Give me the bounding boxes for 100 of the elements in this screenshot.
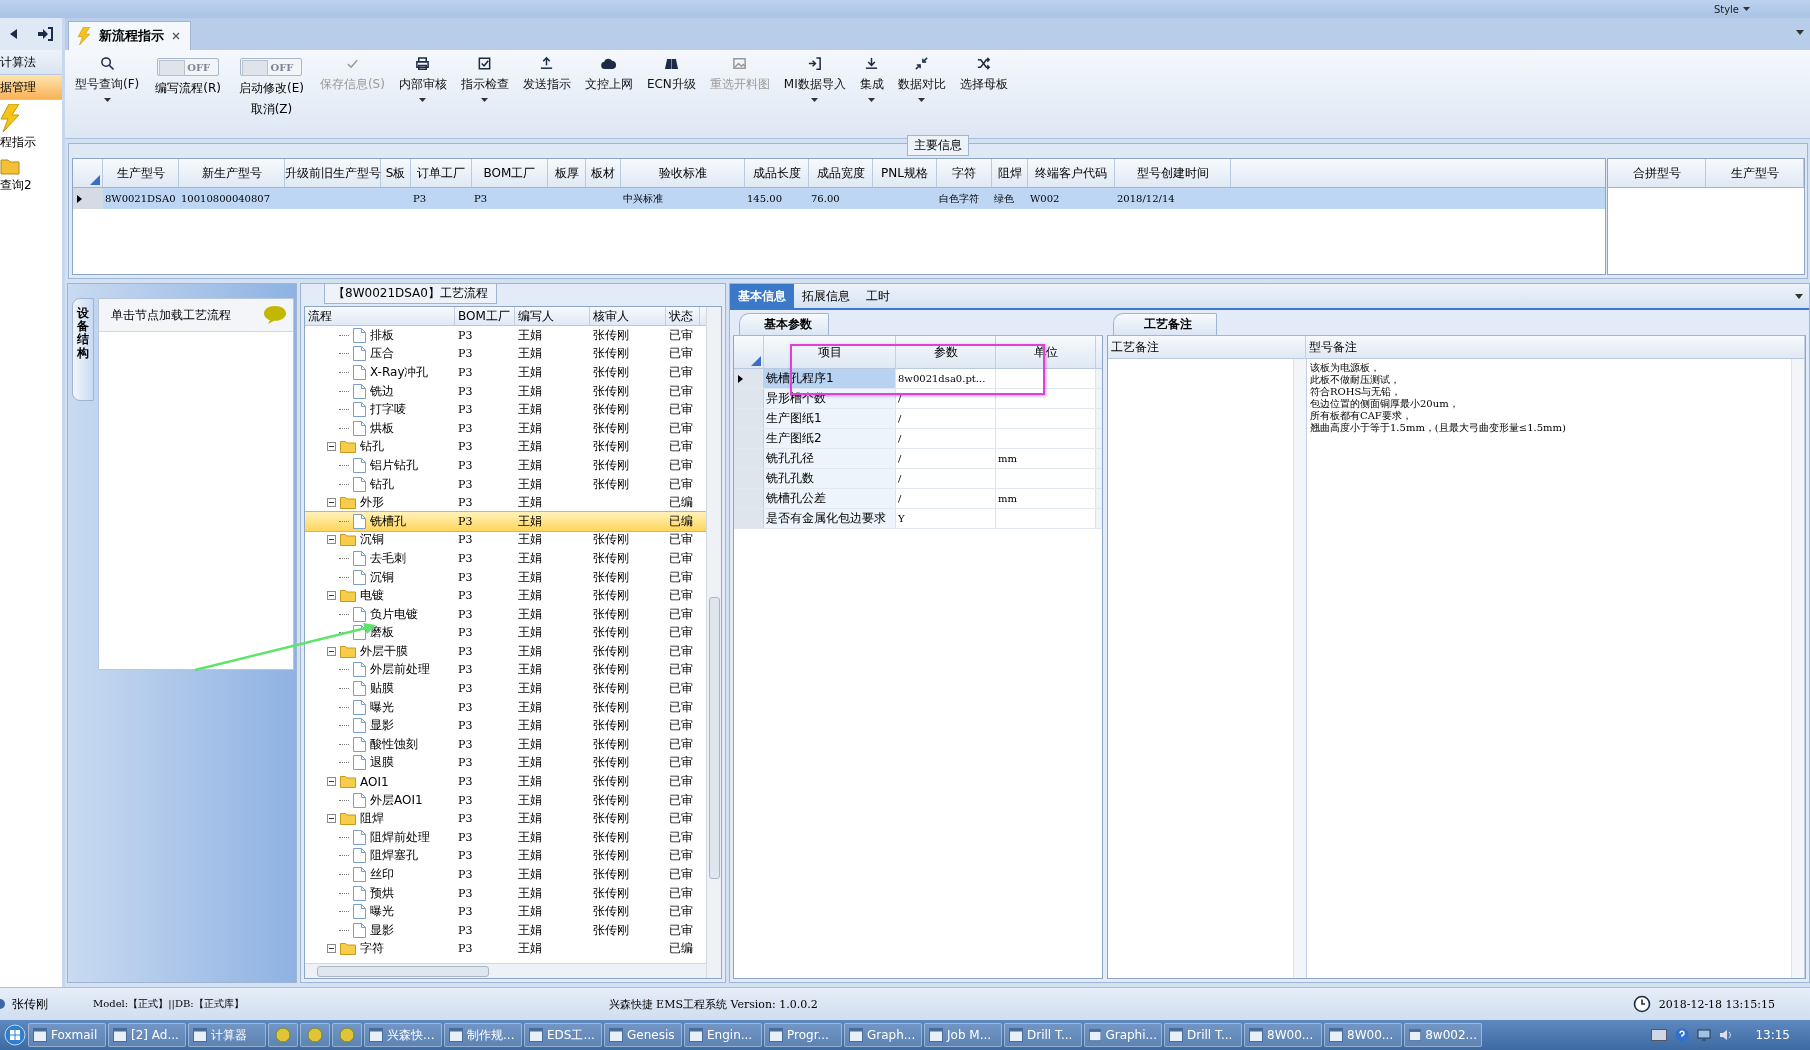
- tree-row[interactable]: 酸性蚀刻 P3 王娟 张传刚 已审: [305, 735, 706, 754]
- column-header[interactable]: 生产型号: [1706, 159, 1804, 187]
- table-row[interactable]: 铣孔孔数 /: [734, 469, 1102, 489]
- tree-row[interactable]: 去毛刺 P3 王娟 张传刚 已审: [305, 549, 706, 568]
- column-header[interactable]: 订单工厂: [411, 159, 472, 187]
- toolbar-button[interactable]: 发送指示: [516, 54, 577, 116]
- caret-icon[interactable]: [1795, 294, 1803, 299]
- column-header[interactable]: 核审人: [590, 307, 666, 325]
- toolbar-button[interactable]: MI数据导入: [777, 54, 852, 116]
- tree-row[interactable]: 外层前处理 P3 王娟 张传刚 已审: [305, 660, 706, 680]
- tree-row[interactable]: 外形 P3 王娟 已编: [305, 493, 706, 512]
- column-header[interactable]: 合拼型号: [1608, 159, 1706, 187]
- column-header[interactable]: BOM工厂: [472, 159, 548, 187]
- column-header[interactable]: PNL规格: [873, 159, 937, 187]
- volume-icon[interactable]: [1719, 1028, 1734, 1042]
- document-tab[interactable]: 新流程指示: [68, 21, 191, 50]
- column-header[interactable]: 终端客户代码: [1028, 159, 1115, 187]
- column-header[interactable]: 板厚: [548, 159, 586, 187]
- column-header[interactable]: 生产型号: [103, 159, 179, 187]
- table-row[interactable]: 铣槽孔公差 / mm: [734, 489, 1102, 509]
- collapse-icon[interactable]: [327, 944, 336, 954]
- table-row[interactable]: 是否有金属化包边要求 Y: [734, 509, 1102, 529]
- column-header[interactable]: 成品宽度: [809, 159, 873, 187]
- column-header[interactable]: 编写人: [515, 307, 590, 325]
- tab[interactable]: 工时: [858, 284, 898, 308]
- tree-row[interactable]: 阻焊塞孔 P3 王娟 张传刚 已审: [305, 846, 706, 866]
- column-header[interactable]: 型号创建时间: [1115, 159, 1231, 187]
- vertical-scrollbar[interactable]: [1293, 359, 1306, 978]
- vertical-scrollbar[interactable]: [706, 307, 721, 978]
- toolbar-button[interactable]: 型号查询(F): [69, 54, 146, 116]
- column-header[interactable]: S板: [381, 159, 411, 187]
- tab[interactable]: 基本信息: [730, 284, 794, 308]
- tree-row[interactable]: 钻孔 P3 王娟 张传刚 已审: [305, 474, 706, 494]
- toolbar-button[interactable]: ECN升级: [640, 54, 702, 116]
- style-menu[interactable]: Style: [1713, 3, 1739, 15]
- sidebar-item[interactable]: 程指示: [0, 134, 36, 151]
- column-header[interactable]: 型号备注: [1306, 336, 1805, 358]
- collapse-icon[interactable]: [327, 442, 336, 452]
- table-row[interactable]: 生产图纸2 /: [734, 429, 1102, 449]
- collapse-icon[interactable]: [327, 814, 336, 824]
- column-header[interactable]: 阻焊: [992, 159, 1028, 187]
- tree-row[interactable]: 压合 P3 王娟 张传刚 已审: [305, 344, 706, 364]
- tree-row[interactable]: 负片电镀 P3 王娟 张传刚 已审: [305, 604, 706, 624]
- table-row[interactable]: 铣孔孔径 / mm: [734, 449, 1102, 469]
- tree-row[interactable]: 沉铜 P3 王娟 张传刚 已审: [305, 530, 706, 550]
- table-row[interactable]: 8W0021DSA0 10010800040807 P3 P3 中兴标准 145.00 76.00 白色字符 绿色 W002 2018/12/14: [73, 188, 1605, 209]
- tree-row[interactable]: 曝光 P3 王娟 张传刚 已审: [305, 902, 706, 921]
- lightning-icon[interactable]: [0, 104, 20, 132]
- sidebar-item[interactable]: 计算法: [0, 50, 62, 75]
- tree-row[interactable]: AOI1 P3 王娟 张传刚 已审: [305, 772, 706, 791]
- column-header[interactable]: 升级前旧生产型号: [285, 159, 381, 187]
- tree-row[interactable]: 丝印 P3 王娟 张传刚 已审: [305, 865, 706, 884]
- panel-tab[interactable]: 工艺备注: [1113, 313, 1217, 335]
- collapse-icon[interactable]: [327, 646, 336, 656]
- tree-row[interactable]: 打字唛 P3 王娟 张传刚 已审: [305, 400, 706, 419]
- caret-icon[interactable]: [1796, 30, 1804, 35]
- column-header[interactable]: 字符: [937, 159, 992, 187]
- panel-tab[interactable]: 基本参数: [739, 313, 829, 335]
- column-header[interactable]: 项目: [764, 336, 896, 368]
- tree-row[interactable]: 外层AOI1 P3 王娟 张传刚 已审: [305, 790, 706, 810]
- column-header[interactable]: 成品长度: [745, 159, 809, 187]
- column-header[interactable]: BOM工厂: [455, 307, 515, 325]
- tree-row[interactable]: 曝光 P3 王娟 张传刚 已审: [305, 697, 706, 717]
- column-header[interactable]: 参数: [896, 336, 996, 368]
- sidebar-item[interactable]: 查询2: [0, 177, 32, 194]
- row-header[interactable]: [73, 188, 103, 209]
- toolbar-button[interactable]: 集成: [853, 54, 890, 116]
- table-row[interactable]: 生产图纸1 /: [734, 409, 1102, 429]
- network-icon[interactable]: [1697, 1028, 1712, 1042]
- toolbar-button[interactable]: 选择母板: [953, 54, 1014, 116]
- tree-row[interactable]: 显影 P3 王娟 张传刚 已审: [305, 716, 706, 736]
- tree-row[interactable]: 磨板 P3 王娟 张传刚 已审: [305, 623, 706, 643]
- column-header[interactable]: 状态: [666, 307, 700, 325]
- vertical-scrollbar[interactable]: [1791, 359, 1804, 978]
- horizontal-scrollbar[interactable]: [305, 963, 706, 978]
- tree-row[interactable]: 显影 P3 王娟 张传刚 已审: [305, 921, 706, 940]
- tree-row[interactable]: X-Ray冲孔 P3 王娟 张传刚 已审: [305, 363, 706, 382]
- tree-row[interactable]: 钻孔 P3 王娟 张传刚 已审: [305, 437, 706, 457]
- vertical-tab[interactable]: 设备结构: [72, 298, 94, 401]
- row-header[interactable]: [734, 369, 764, 388]
- tree-row[interactable]: 外层干膜 P3 王娟 张传刚 已审: [305, 642, 706, 661]
- tree-row[interactable]: 排板 P3 王娟 张传刚 已审: [305, 326, 706, 345]
- tree-row[interactable]: 贴膜 P3 王娟 张传刚 已审: [305, 679, 706, 698]
- help-icon[interactable]: [1675, 1028, 1690, 1042]
- taskbar-button[interactable]: [300, 1023, 330, 1047]
- column-header[interactable]: 板材: [586, 159, 621, 187]
- collapse-icon[interactable]: [327, 777, 336, 787]
- taskbar-button[interactable]: [332, 1023, 362, 1047]
- selected-tree-row[interactable]: 铣槽孔 P3 王娟 已编: [305, 511, 706, 531]
- tab[interactable]: 拓展信息: [794, 284, 858, 308]
- toolbar-button[interactable]: 数据对比: [891, 54, 952, 116]
- column-header[interactable]: 新生产型号: [179, 159, 285, 187]
- toolbar-button[interactable]: 指示检查: [454, 54, 515, 116]
- collapse-icon[interactable]: [327, 591, 336, 601]
- toolbar-button[interactable]: 文控上网: [578, 54, 639, 116]
- tree-row[interactable]: 烘板 P3 王娟 张传刚 已审: [305, 418, 706, 438]
- tree-row[interactable]: 铝片钻孔 P3 王娟 张传刚 已审: [305, 456, 706, 475]
- collapse-icon[interactable]: [327, 535, 336, 545]
- taskbar-button[interactable]: [268, 1023, 298, 1047]
- sign-in-icon[interactable]: [36, 27, 53, 41]
